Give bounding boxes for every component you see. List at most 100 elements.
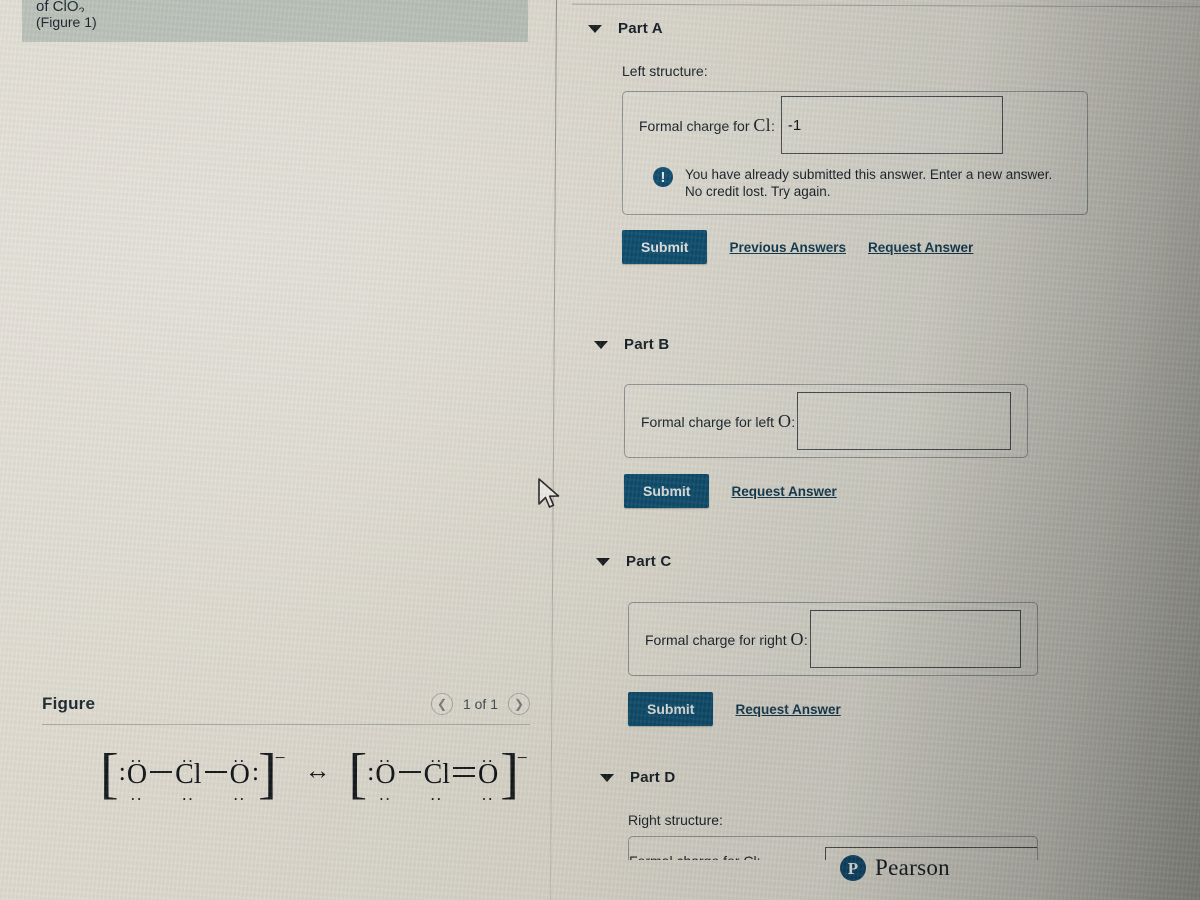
top-divider — [572, 3, 1200, 8]
figure-divider — [42, 724, 530, 725]
part-d-header[interactable]: Part D — [560, 769, 1200, 786]
part-c-header[interactable]: Part C — [560, 553, 1200, 570]
part-d-field-label: Formal charge for Cl: — [629, 853, 761, 860]
atom-oxygen-left: .. O .. — [373, 748, 397, 803]
resonance-arrow-icon: ↔ — [304, 755, 331, 785]
part-c-section: Part C Formal charge for right O: Submit… — [560, 553, 1200, 726]
figure-header: Figure ❮ 1 of 1 ❯ — [0, 686, 556, 722]
label-suffix: : — [770, 117, 775, 134]
lone-pair-bottom: .. — [130, 784, 144, 804]
atom-oxygen-right: .. O .. — [476, 748, 500, 803]
part-c-field-row: Formal charge for right O: — [629, 603, 1037, 675]
part-c-request-answer-link[interactable]: Request Answer — [735, 702, 840, 717]
label-prefix: Formal charge for — [629, 853, 743, 860]
part-a-title: Part A — [618, 20, 663, 37]
part-b-header[interactable]: Part B — [560, 336, 1200, 353]
lone-pair-bottom: .. — [182, 784, 195, 804]
part-c-submit-button[interactable]: Submit — [628, 692, 714, 726]
part-c-answer-card: Formal charge for right O: — [628, 602, 1038, 676]
lone-pair-top: .. — [130, 746, 144, 766]
bracket-open: [ — [348, 743, 368, 805]
part-b-field-row: Formal charge for left O: — [625, 385, 1027, 457]
atom-chlorine: .. Cl .. — [173, 748, 203, 803]
label-suffix: : — [803, 631, 808, 648]
part-d-section: Part D Right structure: Formal charge fo… — [560, 769, 1200, 860]
figure-panel: Figure ❮ 1 of 1 ❯ [ : .. O .. .. Cl .. .… — [0, 686, 556, 805]
part-a-header[interactable]: Part A — [560, 20, 1200, 37]
lone-pair-bottom: .. — [379, 784, 392, 804]
part-b-submit-button[interactable]: Submit — [624, 474, 710, 508]
chevron-down-icon[interactable] — [588, 24, 602, 33]
atom-oxygen-left: .. O .. — [125, 748, 149, 803]
part-d-title: Part D — [630, 769, 676, 786]
chevron-down-icon[interactable] — [596, 557, 610, 566]
part-d-answer-card: Formal charge for Cl: — [628, 836, 1038, 860]
part-a-field-row: Formal charge for Cl: -1 — [623, 92, 1087, 158]
label-prefix: Formal charge for left — [641, 413, 778, 430]
figure-navigation: ❮ 1 of 1 ❯ — [430, 693, 530, 715]
lewis-structure-right: [ : .. O .. .. Cl .. .. O ..] − — [348, 743, 528, 805]
part-b-section: Part B Formal charge for left O: Submit … — [560, 336, 1200, 508]
lone-pair-bottom: .. — [430, 784, 444, 804]
part-a-previous-answers-link[interactable]: Previous Answers — [729, 240, 846, 255]
left-pane: of ClO2 (Figure 1) Figure ❮ 1 of 1 ❯ [:… — [0, 0, 556, 900]
label-suffix: : — [757, 853, 761, 860]
ion-charge: − — [516, 748, 528, 770]
lone-pair-top: .. — [481, 746, 495, 766]
question-formula: of ClO2 — [36, 0, 518, 12]
part-a-structure-label: Left structure: — [622, 63, 708, 79]
question-stem-block: of ClO2 (Figure 1) — [22, 0, 528, 42]
part-a-field-label: Formal charge for Cl: — [639, 115, 775, 136]
lewis-structure-figure: [ : .. O .. .. Cl .. .. O ..:] − ↔ [:… — [0, 743, 556, 805]
part-a-alert-text: You have already submitted this answer. … — [685, 167, 1053, 199]
part-a-actions: Submit Previous Answers Request Answer — [622, 230, 1200, 264]
label-element: O — [790, 628, 804, 649]
label-suffix: : — [791, 413, 796, 430]
part-c-actions: Submit Request Answer — [628, 692, 1200, 726]
pearson-logo: P Pearson — [840, 855, 950, 881]
lone-pair-top: .. — [379, 746, 392, 766]
atom-chlorine: .. Cl .. — [422, 748, 452, 803]
part-a-answer-card: Formal charge for Cl: -1 ! You have alre… — [622, 91, 1088, 215]
lone-pair-right: : — [251, 756, 259, 786]
part-b-actions: Submit Request Answer — [624, 474, 1200, 508]
figure-title: Figure — [42, 694, 96, 713]
part-b-field-label: Formal charge for left O: — [641, 411, 795, 432]
exclamation-circle-icon: ! — [653, 167, 673, 187]
figure-reference-link[interactable]: (Figure 1) — [36, 13, 518, 31]
screenshot-canvas: of ClO2 (Figure 1) Figure ❮ 1 of 1 ❯ [:… — [0, 0, 1200, 900]
chevron-down-icon[interactable] — [594, 340, 608, 349]
label-element: O — [777, 410, 792, 431]
question-formula-text: of ClO — [36, 0, 79, 12]
lewis-structure-left: [ : .. O .. .. Cl .. .. O ..:] − — [100, 743, 286, 805]
chevron-down-icon[interactable] — [600, 773, 614, 782]
lone-pair-bottom: .. — [233, 784, 246, 804]
label-element: Cl — [753, 114, 771, 135]
label-element: Cl — [743, 853, 756, 860]
figure-counter: 1 of 1 — [462, 696, 498, 712]
part-a-section: Part A Left structure: Formal charge for… — [560, 20, 1200, 264]
lone-pair-top: .. — [233, 746, 246, 766]
part-b-answer-input[interactable] — [797, 392, 1011, 450]
part-a-request-answer-link[interactable]: Request Answer — [868, 240, 973, 255]
part-a-answer-input[interactable]: -1 — [780, 96, 1003, 154]
part-b-title: Part B — [624, 336, 670, 353]
bracket-open: [ — [100, 743, 119, 805]
browser-page: of ClO2 (Figure 1) Figure ❮ 1 of 1 ❯ [:… — [0, 0, 1200, 900]
label-prefix: Formal charge for right — [645, 631, 791, 648]
part-c-field-label: Formal charge for right O: — [645, 629, 808, 650]
lone-pair-bottom: .. — [481, 784, 495, 804]
chevron-right-icon[interactable]: ❯ — [508, 693, 530, 715]
ion-charge: − — [274, 748, 286, 770]
lone-pair-top: .. — [430, 746, 444, 766]
chevron-left-icon[interactable]: ❮ — [430, 693, 453, 715]
part-c-answer-input[interactable] — [809, 610, 1021, 668]
part-b-request-answer-link[interactable]: Request Answer — [731, 484, 836, 499]
part-a-submit-button[interactable]: Submit — [622, 230, 708, 264]
atom-oxygen-right: .. O .. — [228, 748, 252, 803]
pearson-p-icon: P — [840, 855, 866, 881]
part-b-answer-card: Formal charge for left O: — [624, 384, 1028, 458]
pearson-wordmark: Pearson — [875, 855, 950, 880]
part-a-alert: ! You have already submitted this answer… — [623, 158, 1087, 214]
question-formula-subscript: 2 — [78, 6, 85, 12]
